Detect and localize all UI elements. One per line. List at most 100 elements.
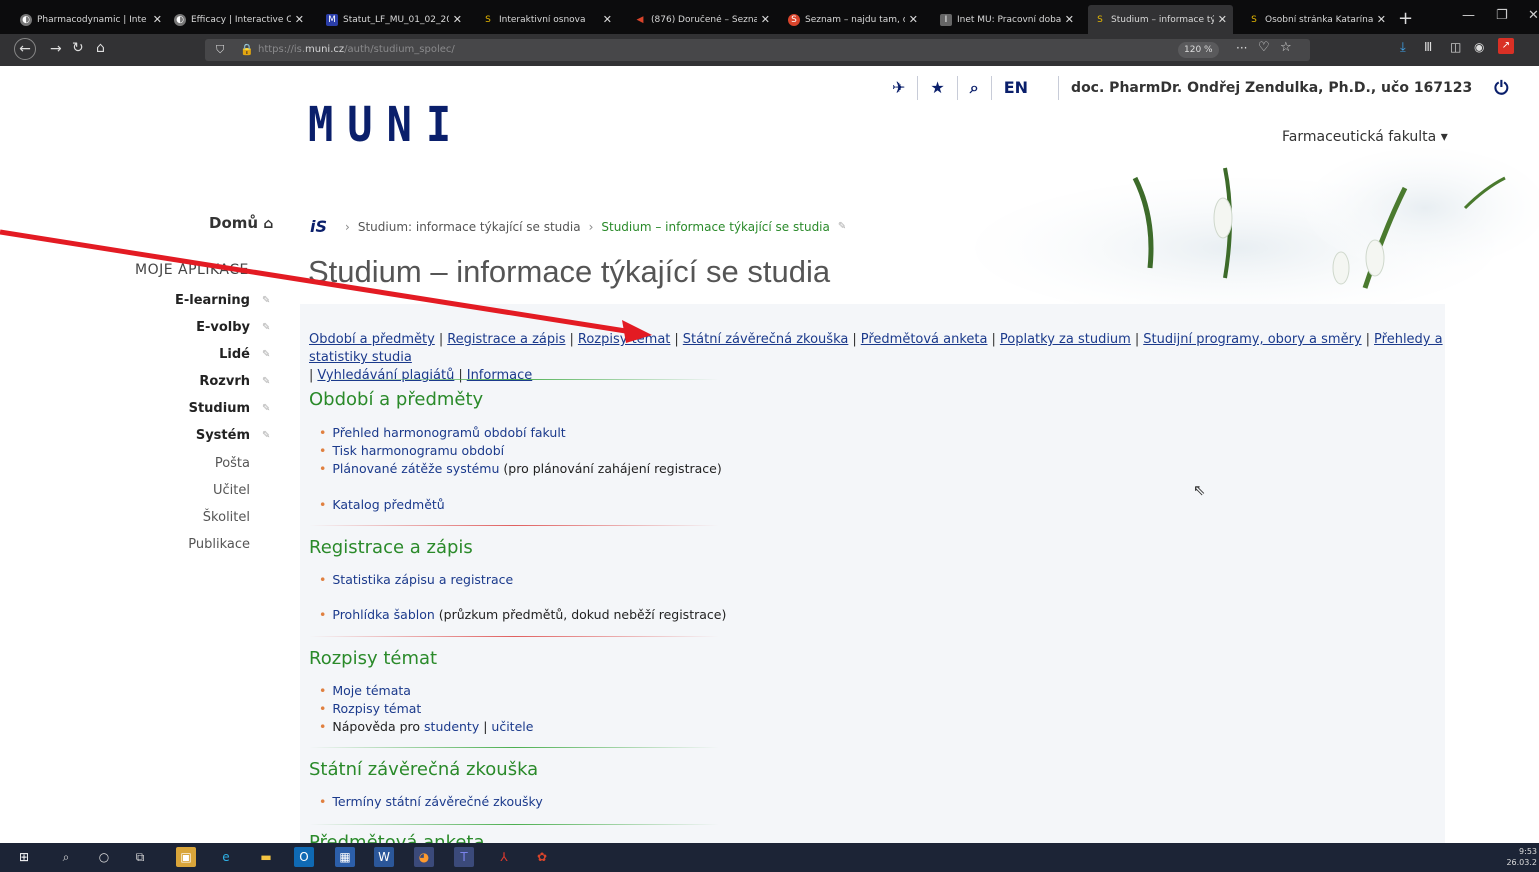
acrobat-icon[interactable]: ⅄: [494, 847, 514, 867]
close-icon[interactable]: ✕: [909, 13, 918, 26]
cortana-icon[interactable]: ○: [94, 847, 114, 867]
account-icon[interactable]: ◉: [1474, 40, 1484, 54]
is-favicon: S: [1097, 14, 1103, 25]
new-tab-plus-icon[interactable]: +: [1398, 8, 1413, 29]
sidebar-item-posta[interactable]: Pošta: [215, 456, 250, 471]
section-title-obdobi: Období a předměty: [309, 389, 484, 410]
nav-link-szz[interactable]: Státní závěrečná zkouška: [683, 332, 849, 347]
tab-seznam-email[interactable]: ◀ (876) Doručené – Seznam ✕: [628, 7, 776, 32]
windows-start-icon[interactable]: ⊞: [14, 847, 34, 867]
help-students-link[interactable]: studenty: [424, 719, 479, 734]
list-item[interactable]: • Přehled harmonogramů období fakult: [319, 425, 566, 440]
tab-interaktivni-osnova[interactable]: S Interaktivní osnova ✕: [476, 7, 618, 32]
minimize-icon[interactable]: —: [1462, 8, 1475, 23]
taskbar-clock[interactable]: 9:53 26.03.2: [1506, 846, 1537, 868]
nav-link-programy[interactable]: Studijní programy, obory a směry: [1143, 332, 1361, 347]
list-item[interactable]: • Rozpisy témat: [319, 701, 421, 716]
calculator-icon[interactable]: ▦: [335, 847, 355, 867]
link-text[interactable]: Přehled harmonogramů období fakult: [332, 425, 565, 440]
firefox-icon[interactable]: ◕: [414, 847, 434, 867]
sidebar-item-rozvrh[interactable]: Rozvrh: [199, 374, 250, 389]
nav-link-plagiaty[interactable]: Vyhledávání plagiátů: [317, 368, 454, 383]
forward-icon[interactable]: →: [50, 41, 62, 57]
link-text[interactable]: Moje témata: [332, 683, 411, 698]
nav-link-anketa[interactable]: Předmětová anketa: [861, 332, 988, 347]
close-icon[interactable]: ✕: [153, 13, 162, 26]
sidebar-item-skolitel[interactable]: Školitel: [203, 510, 250, 525]
link-text[interactable]: Statistika zápisu a registrace: [332, 572, 513, 587]
link-text[interactable]: Plánované zátěže systému: [332, 461, 499, 476]
list-item[interactable]: • Statistika zápisu a registrace: [319, 572, 513, 587]
teams-icon[interactable]: T: [454, 847, 474, 867]
shield-icon[interactable]: ⛉: [216, 43, 224, 57]
link-text[interactable]: Prohlídka šablon: [332, 607, 434, 622]
restore-icon[interactable]: ❐: [1496, 8, 1508, 23]
app-icon[interactable]: ✿: [532, 847, 552, 867]
link-text[interactable]: Rozpisy témat: [332, 701, 421, 716]
pin-icon[interactable]: ✎: [838, 221, 846, 232]
library-icon[interactable]: Ⅲ: [1424, 40, 1432, 54]
sidebar-item-publikace[interactable]: Publikace: [188, 537, 250, 552]
tab-pharmacodynamic[interactable]: ◐ Pharmacodynamic | Inte ✕: [14, 7, 168, 32]
sidebar-item-system[interactable]: Systém: [196, 428, 250, 443]
list-item[interactable]: • Termíny státní závěrečné zkoušky: [319, 794, 543, 809]
pin-icon[interactable]: ✎: [262, 376, 270, 387]
close-icon[interactable]: ✕: [1377, 13, 1386, 26]
logout-power-icon[interactable]: ⏻: [1494, 78, 1508, 99]
page-actions-icon[interactable]: ···: [1236, 41, 1247, 55]
tab-title: Pharmacodynamic | Inte: [37, 14, 147, 25]
sidebar-item-ucitel[interactable]: Učitel: [213, 483, 250, 498]
store-icon[interactable]: ▣: [176, 847, 196, 867]
language-switch[interactable]: EN: [990, 76, 1040, 100]
close-icon[interactable]: ✕: [1218, 13, 1227, 26]
pin-icon[interactable]: ✎: [262, 403, 270, 414]
window-close-icon[interactable]: ✕: [1528, 8, 1539, 23]
link-text[interactable]: Katalog předmětů: [332, 497, 444, 512]
bookmark-star-icon[interactable]: ☆: [1280, 40, 1292, 55]
back-icon[interactable]: ←: [14, 38, 36, 60]
pocket-icon[interactable]: ♡: [1258, 40, 1270, 55]
list-item[interactable]: • Moje témata: [319, 683, 411, 698]
edge-icon[interactable]: e: [216, 847, 236, 867]
reload-icon[interactable]: ↻: [72, 40, 84, 56]
tab-efficacy[interactable]: ◐ Efficacy | Interactive Clin ✕: [168, 7, 310, 32]
favorites-star-icon[interactable]: ★: [917, 76, 956, 100]
task-view-icon[interactable]: ⧉: [130, 847, 150, 867]
close-icon[interactable]: ✕: [1065, 13, 1074, 26]
airplane-icon[interactable]: ✈: [880, 76, 917, 100]
link-text[interactable]: Tisk harmonogramu období: [332, 443, 504, 458]
tab-statut[interactable]: M Statut_LF_MU_01_02_201 ✕: [320, 7, 468, 32]
search-icon[interactable]: ⌕: [56, 847, 76, 867]
help-teachers-link[interactable]: učitele: [491, 719, 533, 734]
tab-inet-mu[interactable]: I Inet MU: Pracovní doba ✕: [934, 7, 1080, 32]
sidebar-toggle-icon[interactable]: ◫: [1450, 40, 1461, 54]
bullet-icon: •: [319, 497, 327, 512]
list-item[interactable]: • Plánované zátěže systému (pro plánování…: [319, 461, 722, 476]
home-icon[interactable]: ⌂: [96, 40, 105, 56]
pin-icon[interactable]: ✎: [262, 430, 270, 441]
faculty-selector[interactable]: Farmaceutická fakulta ▾: [1282, 129, 1448, 145]
outlook-icon[interactable]: O: [294, 847, 314, 867]
list-item[interactable]: • Tisk harmonogramu období: [319, 443, 504, 458]
list-item[interactable]: • Prohlídka šablon (průzkum předmětů, dok…: [319, 607, 726, 622]
close-icon[interactable]: ✕: [453, 13, 462, 26]
close-icon[interactable]: ✕: [295, 13, 304, 26]
tab-osobni-stranka[interactable]: S Osobní stránka Katarína ✕: [1242, 7, 1392, 32]
user-name[interactable]: doc. PharmDr. Ondřej Zendulka, Ph.D., uč…: [1058, 76, 1484, 100]
extension-icon[interactable]: ↗: [1498, 38, 1514, 54]
close-icon[interactable]: ✕: [761, 13, 770, 26]
nav-link-poplatky[interactable]: Poplatky za studium: [1000, 332, 1131, 347]
link-text[interactable]: Termíny státní závěrečné zkoušky: [332, 794, 542, 809]
word-icon[interactable]: W: [374, 847, 394, 867]
zoom-level-badge[interactable]: 120 %: [1178, 42, 1219, 58]
nav-link-informace[interactable]: Informace: [467, 368, 533, 383]
download-icon[interactable]: ⤓: [1400, 40, 1406, 55]
sidebar-item-studium[interactable]: Studium: [189, 401, 250, 416]
tab-seznam[interactable]: S Seznam – najdu tam, co ✕: [782, 7, 924, 32]
tab-studium-active[interactable]: S Studium – informace tý ✕: [1088, 5, 1233, 34]
search-icon[interactable]: ⌕: [956, 76, 991, 100]
file-explorer-icon[interactable]: ▬: [256, 847, 276, 867]
close-icon[interactable]: ✕: [603, 13, 612, 26]
list-item[interactable]: • Katalog předmětů: [319, 497, 445, 512]
lock-icon[interactable]: 🔒: [240, 43, 254, 56]
